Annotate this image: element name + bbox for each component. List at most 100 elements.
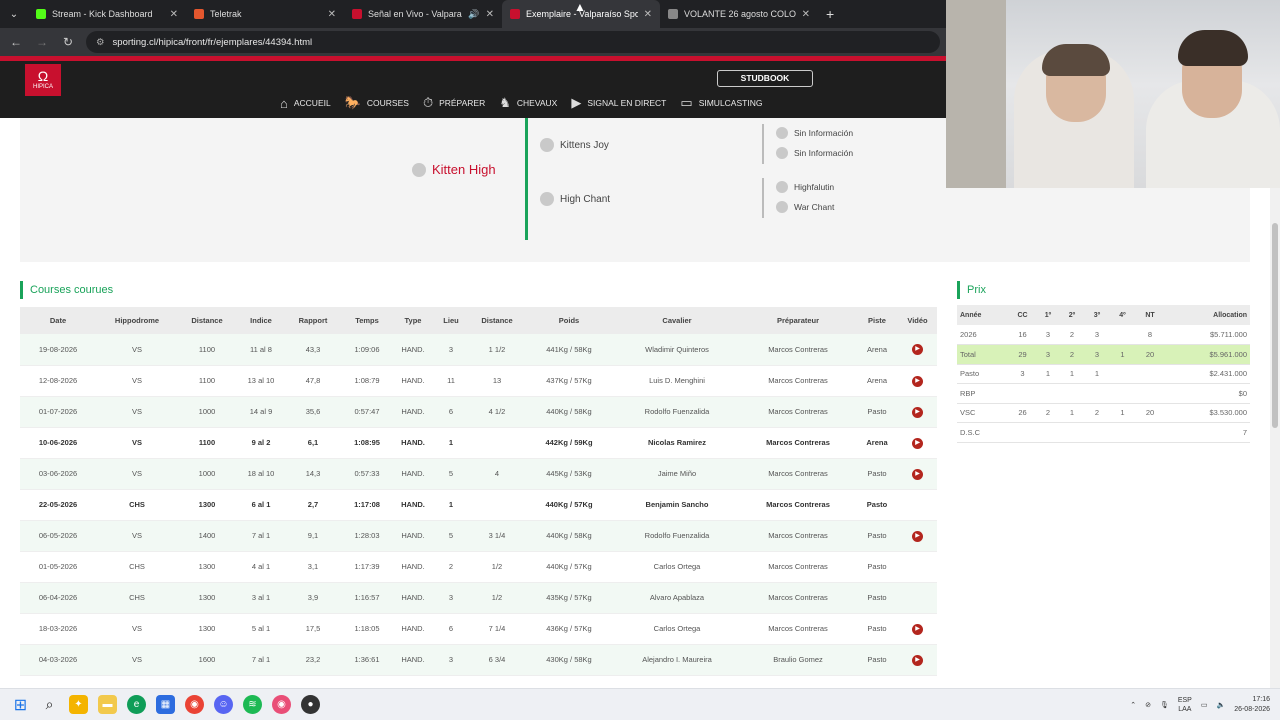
table-row[interactable]: 22-05-2026 CHS 1300 6 al 1 2,7 1:17:08 HAND. 1 4… bbox=[20, 489, 937, 521]
browser-tab-2[interactable]: Teletrak ✕ bbox=[186, 0, 344, 28]
video-play-icon[interactable]: ▶ bbox=[912, 654, 923, 666]
studbook-button[interactable]: STUDBOOK bbox=[717, 70, 813, 87]
table-cell: 440Kg / 58Kg bbox=[524, 396, 614, 428]
nav-signal-en-direct[interactable]: ▶ SIGNAL EN DIRECT bbox=[571, 91, 666, 115]
pedigree-dam[interactable]: High Chant bbox=[540, 192, 610, 206]
video-play-icon[interactable]: ▶ bbox=[912, 468, 923, 480]
store-icon[interactable]: ▦ bbox=[156, 695, 175, 714]
horse-head-icon bbox=[776, 147, 788, 159]
table-row[interactable]: 10-06-2026 VS 1100 9 al 2 6,1 1:08:95 HAND. 1 44… bbox=[20, 427, 937, 459]
page-scrollbar[interactable] bbox=[1270, 188, 1280, 688]
reload-icon[interactable]: ↻ bbox=[60, 35, 76, 49]
table-cell: VS bbox=[96, 365, 178, 397]
table-cell: 47,8 bbox=[286, 365, 340, 397]
pedigree-grandparent: Sin Información bbox=[776, 127, 853, 139]
nav-accueil[interactable]: ⌂ ACCUEIL bbox=[280, 91, 331, 115]
prix-column-header: NT bbox=[1135, 305, 1165, 325]
table-row[interactable]: 12-08-2026 VS 1100 13 al 10 47,8 1:08:79 HAND.… bbox=[20, 365, 937, 397]
edge-icon[interactable]: e bbox=[127, 695, 146, 714]
search-icon[interactable]: ⌕ bbox=[40, 695, 59, 714]
tab-close-icon[interactable]: ✕ bbox=[644, 9, 652, 20]
table-cell bbox=[1110, 364, 1135, 384]
table-cell: $5.711.000 bbox=[1165, 325, 1250, 345]
tab-title: Stream - Kick Dashboard bbox=[52, 9, 153, 19]
nav-courses[interactable]: 🐎 COURSES bbox=[345, 91, 409, 115]
tab-close-icon[interactable]: ✕ bbox=[486, 9, 494, 20]
browser-tab-3[interactable]: Señal en Vivo - Valparaíso S 🔊 ✕ bbox=[344, 0, 502, 28]
prix-column-header: 2º bbox=[1060, 305, 1084, 325]
pedigree-grandparent[interactable]: War Chant bbox=[776, 201, 834, 213]
app-icon[interactable]: ● bbox=[301, 695, 320, 714]
table-cell: Marcos Contreras bbox=[740, 365, 856, 397]
site-info-icon[interactable]: ⚙ bbox=[96, 37, 105, 48]
browser-tab-5[interactable]: VOLANTE 26 agosto COLOR.p ✕ bbox=[660, 0, 818, 28]
courses-column-header: Distance bbox=[470, 307, 524, 334]
table-cell: 6 bbox=[432, 613, 470, 645]
table-cell: Rodolfo Fuenzalida bbox=[614, 396, 740, 428]
video-play-icon[interactable]: ▶ bbox=[912, 437, 923, 449]
courses-column-header: Date bbox=[20, 307, 96, 334]
table-row[interactable]: 06-05-2026 VS 1400 7 al 1 9,1 1:28:03 HAND. 5 3 … bbox=[20, 520, 937, 552]
file-explorer-icon[interactable]: ▬ bbox=[98, 695, 117, 714]
volume-icon[interactable]: 🔈 bbox=[1216, 701, 1225, 709]
nav-preparer[interactable]: ⏱ PRÉPARER bbox=[423, 91, 485, 115]
network-icon[interactable]: ⊘ bbox=[1145, 701, 1151, 709]
new-tab-icon[interactable]: + bbox=[826, 6, 834, 22]
video-play-icon[interactable]: ▶ bbox=[912, 406, 923, 418]
tab-close-icon[interactable]: ✕ bbox=[170, 9, 178, 20]
video-play-icon[interactable]: ▶ bbox=[912, 623, 923, 635]
display-icon[interactable]: ▭ bbox=[1201, 701, 1208, 709]
browser-tab-1[interactable]: Stream - Kick Dashboard ✕ bbox=[28, 0, 186, 28]
forward-icon[interactable]: → bbox=[34, 35, 50, 49]
table-cell: CHS bbox=[96, 582, 178, 614]
pedigree-grandparent[interactable]: Highfalutin bbox=[776, 181, 834, 193]
table-cell bbox=[1084, 422, 1110, 443]
video-cell: ▶ bbox=[898, 365, 937, 397]
video-play-icon[interactable]: ▶ bbox=[912, 375, 923, 387]
table-cell: Marcos Contreras bbox=[740, 551, 856, 583]
table-row[interactable]: 01-07-2026 VS 1000 14 al 9 35,6 0:57:47 HAND. 6… bbox=[20, 396, 937, 428]
url-input[interactable]: ⚙ sporting.cl/hipica/front/fr/ejemplares… bbox=[86, 31, 940, 53]
video-play-icon[interactable]: ▶ bbox=[912, 344, 923, 356]
table-cell: 9 al 2 bbox=[236, 427, 286, 459]
table-cell: 2,7 bbox=[286, 489, 340, 521]
nav-chevaux[interactable]: ♞ CHEVAUX bbox=[499, 91, 558, 121]
clock[interactable]: 17:16 26-08-2026 bbox=[1234, 695, 1270, 715]
table-row[interactable]: 03-06-2026 VS 1000 18 al 10 14,3 0:57:33 HAND.… bbox=[20, 458, 937, 490]
mic-icon[interactable]: 🎙 bbox=[1160, 701, 1169, 709]
nav-simulcasting[interactable]: ▭ SIMULCASTING bbox=[680, 91, 762, 115]
table-cell: 12-08-2026 bbox=[20, 365, 96, 397]
pedigree-sire[interactable]: Kittens Joy bbox=[540, 138, 609, 152]
table-cell: Carlos Ortega bbox=[614, 551, 740, 583]
tray-chevron-icon[interactable]: ⌃ bbox=[1130, 701, 1136, 709]
mouse-cursor-icon: ▲ bbox=[574, 0, 586, 14]
tab-search-icon[interactable]: ⌄ bbox=[0, 0, 28, 28]
video-play-icon[interactable]: ▶ bbox=[912, 530, 923, 542]
table-row[interactable]: 04-03-2026 VS 1600 7 al 1 23,2 1:36:61 HAND. 3 6… bbox=[20, 644, 937, 676]
table-row[interactable]: 01-05-2026 CHS 1300 4 al 1 3,1 1:17:39 HAND. 2 1… bbox=[20, 551, 937, 583]
language-indicator[interactable]: ESP LAA bbox=[1178, 696, 1192, 714]
table-row[interactable]: 18-03-2026 VS 1300 5 al 1 17,5 1:18:05 HAND. 6 7… bbox=[20, 613, 937, 645]
table-row[interactable]: 19-08-2026 VS 1100 11 al 8 43,3 1:09:06 HAND. 3… bbox=[20, 334, 937, 366]
windows-start-icon[interactable]: ⊞ bbox=[11, 695, 30, 714]
chrome-icon[interactable]: ◉ bbox=[185, 695, 204, 714]
back-icon[interactable]: ← bbox=[8, 35, 24, 49]
courses-header-row: Date Hippodrome Distance Indice Rapport Temps… bbox=[20, 307, 937, 334]
tab-close-icon[interactable]: ✕ bbox=[802, 9, 810, 20]
table-cell: Alvaro Apablaza bbox=[614, 582, 740, 614]
scrollbar-thumb[interactable] bbox=[1272, 223, 1278, 428]
chrome-profile-icon[interactable]: ◉ bbox=[272, 695, 291, 714]
table-cell: 4 al 1 bbox=[236, 551, 286, 583]
horse-head-icon bbox=[776, 181, 788, 193]
spotify-icon[interactable]: ≋ bbox=[243, 695, 262, 714]
tab-close-icon[interactable]: ✕ bbox=[328, 9, 336, 20]
table-cell: 3 bbox=[432, 582, 470, 614]
table-cell: Arena bbox=[856, 427, 898, 459]
copilot-icon[interactable]: ✦ bbox=[69, 695, 88, 714]
table-cell: VS bbox=[96, 644, 178, 676]
speaker-icon[interactable]: 🔊 bbox=[468, 9, 479, 20]
hipica-logo[interactable]: Ω HIPICA bbox=[25, 64, 61, 96]
discord-icon[interactable]: ☺ bbox=[214, 695, 233, 714]
table-row[interactable]: 06-04-2026 CHS 1300 3 al 1 3,9 1:16:57 HAND. 3 1… bbox=[20, 582, 937, 614]
table-cell: CHS bbox=[96, 489, 178, 521]
